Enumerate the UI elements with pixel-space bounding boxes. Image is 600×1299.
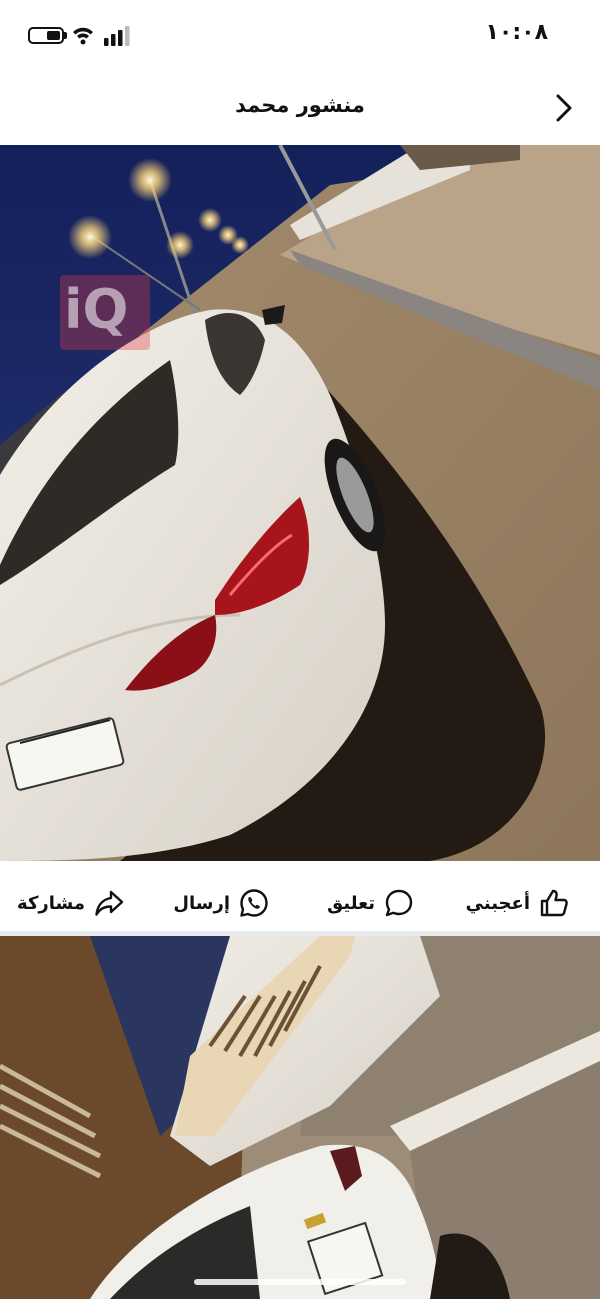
whatsapp-icon bbox=[240, 889, 268, 917]
share-arrow-icon bbox=[95, 890, 124, 916]
thumbs-up-icon bbox=[540, 889, 568, 917]
battery-icon bbox=[28, 27, 64, 44]
like-label: أعجبني bbox=[465, 892, 530, 914]
post-header: منشور محمد bbox=[0, 72, 600, 144]
send-button[interactable]: إرسال bbox=[173, 887, 270, 919]
comment-label: تعليق bbox=[327, 892, 375, 914]
comment-button[interactable]: تعليق bbox=[327, 887, 415, 919]
like-button[interactable]: أعجبني bbox=[466, 887, 570, 919]
home-indicator[interactable] bbox=[194, 1279, 406, 1285]
car-rear-building-photo[interactable] bbox=[0, 936, 600, 1299]
car-rear-night-photo[interactable]: iQ bbox=[0, 145, 600, 861]
wifi-icon bbox=[73, 27, 93, 45]
watermark-text: iQ bbox=[64, 278, 129, 341]
page-title: منشور محمد bbox=[235, 93, 365, 117]
share-button[interactable]: مشاركة bbox=[17, 887, 125, 919]
chevron-right-icon[interactable] bbox=[548, 90, 580, 126]
share-label: مشاركة bbox=[17, 892, 85, 914]
send-label: إرسال bbox=[173, 892, 230, 914]
battery-nub bbox=[64, 32, 67, 39]
cellular-signal-icon bbox=[104, 26, 130, 46]
status-bar: ١٠:٠٨ bbox=[0, 0, 600, 72]
post-action-bar: أعجبني تعليق إرسال مشاركة bbox=[0, 861, 600, 936]
status-time: ١٠:٠٨ bbox=[485, 20, 548, 45]
comment-bubble-icon bbox=[385, 889, 413, 917]
